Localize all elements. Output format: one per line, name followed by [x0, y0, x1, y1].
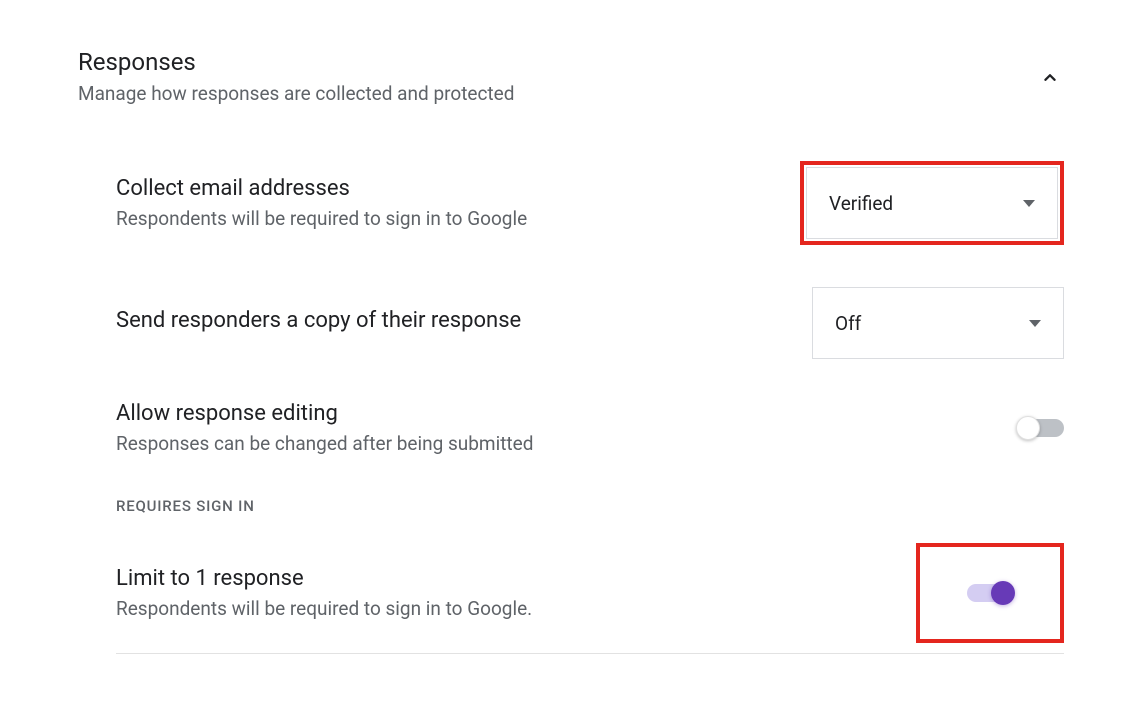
- send-copy-title: Send responders a copy of their response: [116, 308, 521, 333]
- section-title: Responses: [78, 48, 514, 76]
- limit-one-desc: Respondents will be required to sign in …: [116, 597, 532, 620]
- toggle-knob: [991, 581, 1015, 605]
- allow-editing-toggle[interactable]: [1018, 419, 1064, 437]
- setting-send-copy: Send responders a copy of their response…: [116, 287, 1064, 359]
- setting-allow-editing: Allow response editing Responses can be …: [116, 401, 1064, 455]
- send-copy-value: Off: [835, 312, 861, 335]
- collect-email-dropdown[interactable]: Verified: [806, 167, 1058, 239]
- allow-editing-title: Allow response editing: [116, 401, 533, 426]
- requires-signin-subheader: REQUIRES SIGN IN: [116, 497, 1064, 515]
- setting-limit-one: Limit to 1 response Respondents will be …: [116, 543, 1064, 643]
- allow-editing-desc: Responses can be changed after being sub…: [116, 432, 533, 455]
- toggle-knob: [1016, 416, 1040, 440]
- collapse-icon[interactable]: [1036, 64, 1064, 92]
- limit-one-highlight: [916, 543, 1064, 643]
- divider: [116, 653, 1064, 654]
- settings-body: Collect email addresses Respondents will…: [78, 105, 1064, 654]
- setting-labels: Limit to 1 response Respondents will be …: [116, 566, 532, 620]
- collect-email-desc: Respondents will be required to sign in …: [116, 207, 527, 230]
- section-subtitle: Manage how responses are collected and p…: [78, 82, 514, 105]
- limit-one-title: Limit to 1 response: [116, 566, 532, 591]
- collect-email-highlight: Verified: [800, 161, 1064, 245]
- caret-down-icon: [1029, 320, 1041, 327]
- section-header: Responses Manage how responses are colle…: [78, 48, 1064, 105]
- setting-collect-email: Collect email addresses Respondents will…: [116, 161, 1064, 245]
- collect-email-value: Verified: [829, 192, 893, 215]
- send-copy-dropdown[interactable]: Off: [812, 287, 1064, 359]
- setting-labels: Allow response editing Responses can be …: [116, 401, 533, 455]
- setting-labels: Send responders a copy of their response: [116, 308, 521, 339]
- collect-email-title: Collect email addresses: [116, 176, 527, 201]
- section-header-text: Responses Manage how responses are colle…: [78, 48, 514, 105]
- limit-one-toggle[interactable]: [967, 584, 1013, 602]
- caret-down-icon: [1023, 200, 1035, 207]
- setting-labels: Collect email addresses Respondents will…: [116, 176, 527, 230]
